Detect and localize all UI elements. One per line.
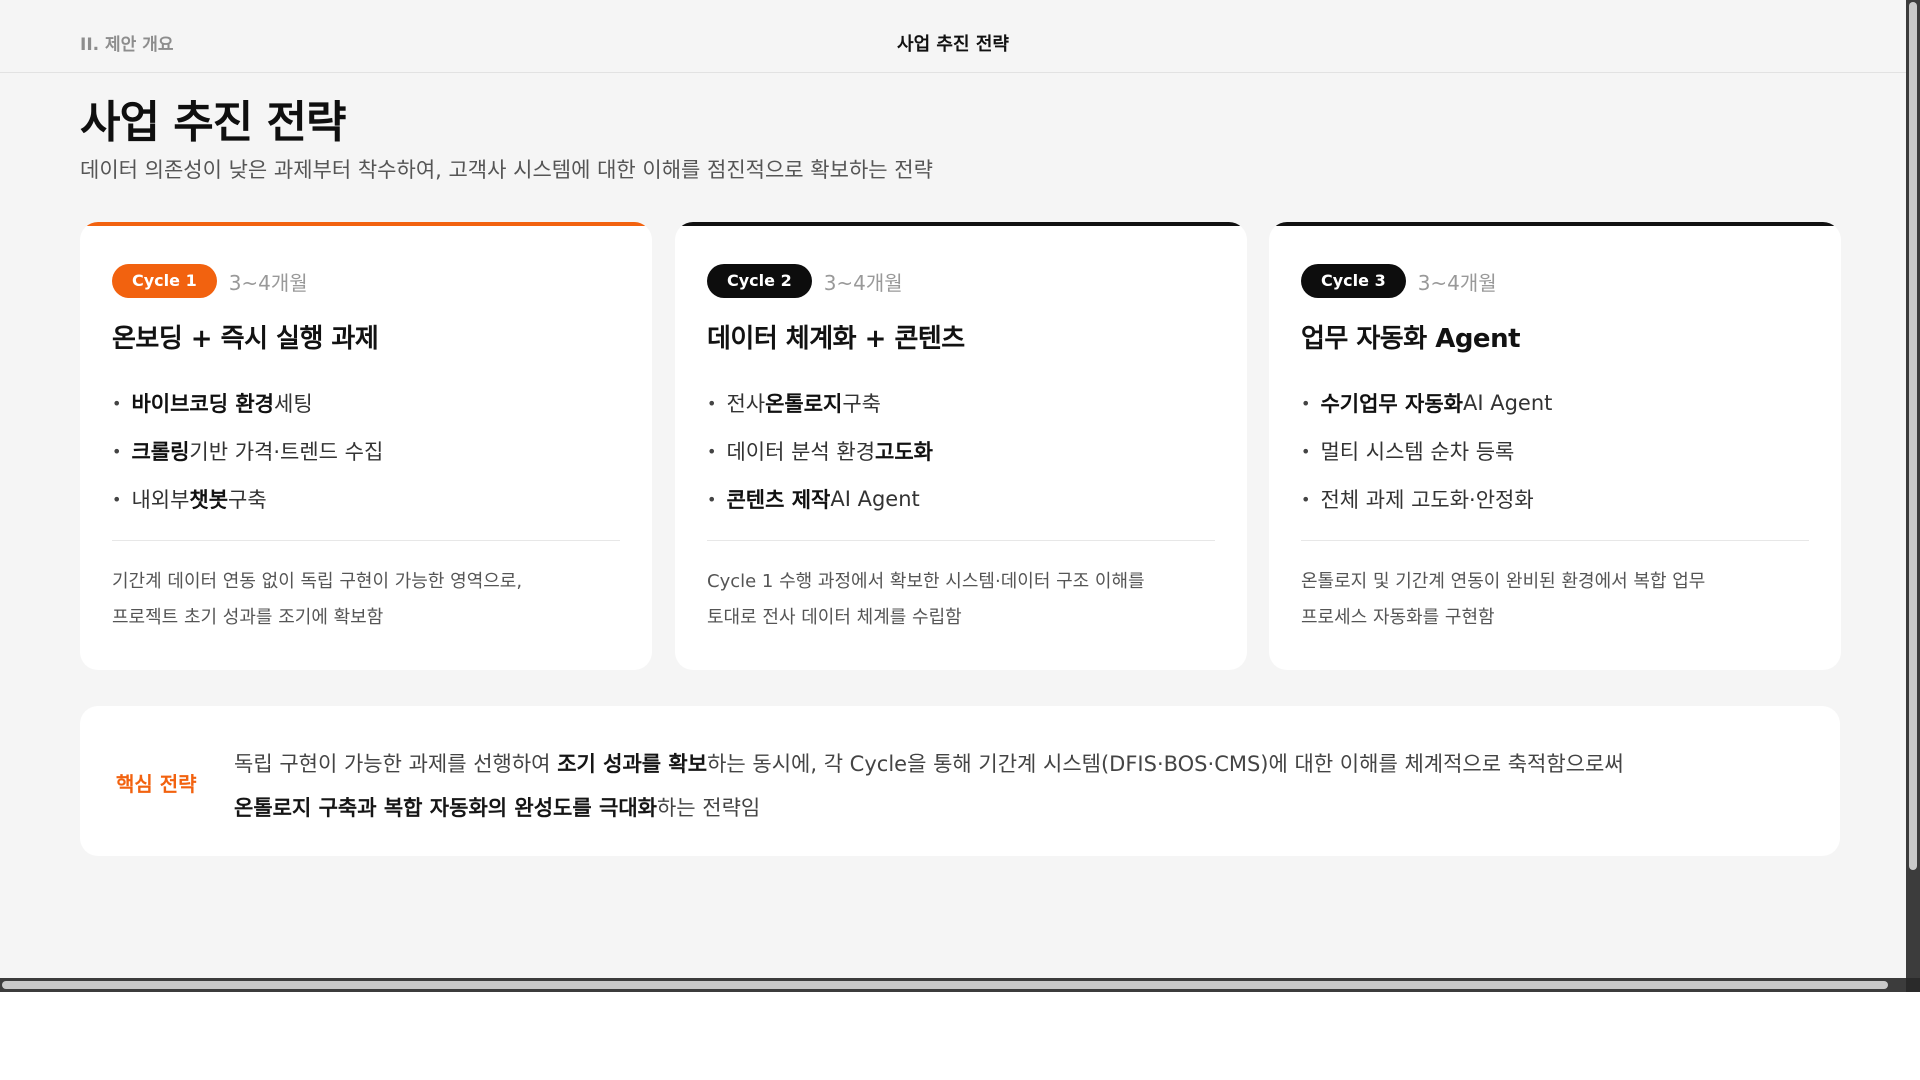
key-strategy-text: 독립 구현이 가능한 과제를 선행하여 조기 성과를 확보하는 동시에, 각 C…: [234, 742, 1624, 830]
bullet-text: 내외부: [131, 488, 190, 512]
bullet-text: 데이터 분석 환경: [726, 440, 876, 464]
bullet-item: • 전사 온톨로지 구축: [707, 379, 933, 427]
bullet-dot-icon: •: [1301, 489, 1311, 509]
bullet-dot-icon: •: [112, 489, 122, 509]
cycle-duration: 3~4개월: [823, 270, 903, 295]
strategy-bold-text: 온톨로지 구축과 복합 자동화의 완성도를 극대화: [234, 796, 657, 820]
bullet-text: AI Agent: [1463, 391, 1553, 415]
horizontal-scrollbar-thumb[interactable]: [2, 981, 1888, 989]
bullet-item: • 수기업무 자동화 AI Agent: [1301, 379, 1552, 427]
description-line: 토대로 전사 데이터 체계를 수립함: [707, 607, 962, 628]
description-line: 기간계 데이터 연동 없이 독립 구현이 가능한 영역으로,: [112, 571, 523, 592]
card-bullet-list: • 수기업무 자동화 AI Agent • 멀티 시스템 순차 등록 • 전체 과제 …: [1301, 379, 1552, 523]
bullet-text: 구축: [228, 488, 267, 512]
card-accent-line: [675, 222, 1247, 226]
description-line: 프로젝트 초기 성과를 조기에 확보함: [112, 607, 384, 628]
description-line: 프로세스 자동화를 구현함: [1301, 607, 1495, 628]
bullet-item: • 바이브코딩 환경 세팅: [112, 379, 383, 427]
bullet-item: • 내외부 챗봇 구축: [112, 475, 383, 523]
bullet-item: • 콘텐츠 제작 AI Agent: [707, 475, 933, 523]
bullet-text: 전체 과제 고도화·안정화: [1320, 488, 1534, 512]
key-strategy-line: 독립 구현이 가능한 과제를 선행하여 조기 성과를 확보하는 동시에, 각 C…: [234, 742, 1624, 786]
card-accent-line: [80, 222, 652, 226]
card-title: 데이터 체계화 + 콘텐츠: [707, 324, 965, 354]
card-header: Cycle 2 3~4개월: [707, 264, 903, 298]
cycle-card-3: Cycle 3 3~4개월 업무 자동화 Agent • 수기업무 자동화 AI …: [1269, 222, 1841, 670]
slide-header: II. 제안 개요 사업 추진 전략: [0, 0, 1906, 73]
description-line: 온톨로지 및 기간계 연동이 완비된 환경에서 복합 업무: [1301, 571, 1706, 592]
bullet-text: AI Agent: [830, 487, 920, 511]
bullet-dot-icon: •: [707, 393, 717, 413]
vertical-scrollbar-thumb[interactable]: [1909, 2, 1917, 870]
card-header: Cycle 1 3~4개월: [112, 264, 308, 298]
cycle-duration: 3~4개월: [1417, 270, 1497, 295]
bullet-text: 구축: [842, 392, 881, 416]
bullet-dot-icon: •: [707, 489, 717, 509]
bullet-bold-text: 콘텐츠 제작: [726, 488, 831, 512]
card-divider: [112, 540, 620, 541]
cycle-duration: 3~4개월: [228, 270, 308, 295]
strategy-bold-text: 조기 성과를 확보: [557, 752, 708, 776]
key-strategy-line: 온톨로지 구축과 복합 자동화의 완성도를 극대화하는 전략임: [234, 786, 1624, 830]
card-bullet-list: • 바이브코딩 환경 세팅 • 크롤링 기반 가격·트렌드 수집 • 내외부 챗봇 구…: [112, 379, 383, 523]
strategy-text: 독립 구현이 가능한 과제를 선행하여: [234, 752, 558, 776]
page-title: 사업 추진 전략: [80, 97, 347, 148]
cycle-card-1: Cycle 1 3~4개월 온보딩 + 즉시 실행 과제 • 바이브코딩 환경 세…: [80, 222, 652, 670]
bullet-bold-text: 챗봇: [189, 488, 229, 512]
bullet-item: • 전체 과제 고도화·안정화: [1301, 475, 1552, 523]
bullet-text: 기반 가격·트렌드 수집: [189, 440, 384, 464]
bullet-bold-text: 수기업무 자동화: [1320, 392, 1463, 416]
scrollbar-corner: [1906, 978, 1920, 992]
card-description: Cycle 1 수행 과정에서 확보한 시스템·데이터 구조 이해를 토대로 전…: [707, 564, 1223, 636]
slide-viewport: II. 제안 개요 사업 추진 전략 사업 추진 전략 데이터 의존성이 낮은 …: [0, 0, 1906, 978]
vertical-scrollbar[interactable]: [1906, 0, 1920, 992]
strategy-text: 하는 동시에, 각 Cycle을 통해 기간계 시스템(DFIS·BOS·CMS…: [707, 752, 1624, 776]
card-divider: [1301, 540, 1809, 541]
strategy-text: 하는 전략임: [656, 796, 761, 820]
card-divider: [707, 540, 1215, 541]
card-description: 기간계 데이터 연동 없이 독립 구현이 가능한 영역으로, 프로젝트 초기 성…: [112, 564, 628, 636]
bullet-bold-text: 고도화: [875, 440, 933, 464]
bullet-dot-icon: •: [1301, 393, 1311, 413]
bullet-item: • 데이터 분석 환경 고도화: [707, 427, 933, 475]
bullet-bold-text: 크롤링: [131, 440, 190, 464]
card-title: 온보딩 + 즉시 실행 과제: [112, 324, 379, 354]
header-title: 사업 추진 전략: [897, 34, 1009, 55]
bullet-bold-text: 바이브코딩 환경: [131, 392, 274, 416]
cycle-badge: Cycle 2: [707, 264, 812, 298]
bullet-text: 멀티 시스템 순차 등록: [1320, 440, 1515, 464]
card-accent-line: [1269, 222, 1841, 226]
bullet-item: • 크롤링 기반 가격·트렌드 수집: [112, 427, 383, 475]
card-bullet-list: • 전사 온톨로지 구축 • 데이터 분석 환경 고도화 • 콘텐츠 제작 AI Ag…: [707, 379, 933, 523]
page-subtitle: 데이터 의존성이 낮은 과제부터 착수하여, 고객사 시스템에 대한 이해를 점…: [80, 158, 933, 182]
card-description: 온톨로지 및 기간계 연동이 완비된 환경에서 복합 업무 프로세스 자동화를 …: [1301, 564, 1817, 636]
key-strategy-box: 핵심 전략 독립 구현이 가능한 과제를 선행하여 조기 성과를 확보하는 동시…: [80, 706, 1840, 856]
bullet-text: 세팅: [274, 392, 313, 416]
bullet-bold-text: 온톨로지: [765, 392, 843, 416]
horizontal-scrollbar[interactable]: [0, 978, 1906, 992]
card-header: Cycle 3 3~4개월: [1301, 264, 1497, 298]
cycle-badge: Cycle 3: [1301, 264, 1406, 298]
bullet-dot-icon: •: [707, 441, 717, 461]
card-title: 업무 자동화 Agent: [1301, 324, 1521, 354]
key-strategy-label: 핵심 전략: [116, 772, 197, 796]
cycle-badge: Cycle 1: [112, 264, 217, 298]
cycle-card-2: Cycle 2 3~4개월 데이터 체계화 + 콘텐츠 • 전사 온톨로지 구축 …: [675, 222, 1247, 670]
description-line: Cycle 1 수행 과정에서 확보한 시스템·데이터 구조 이해를: [707, 571, 1145, 592]
bullet-item: • 멀티 시스템 순차 등록: [1301, 427, 1552, 475]
bullet-dot-icon: •: [1301, 441, 1311, 461]
bullet-dot-icon: •: [112, 393, 122, 413]
bullet-dot-icon: •: [112, 441, 122, 461]
bullet-text: 전사: [726, 392, 766, 416]
